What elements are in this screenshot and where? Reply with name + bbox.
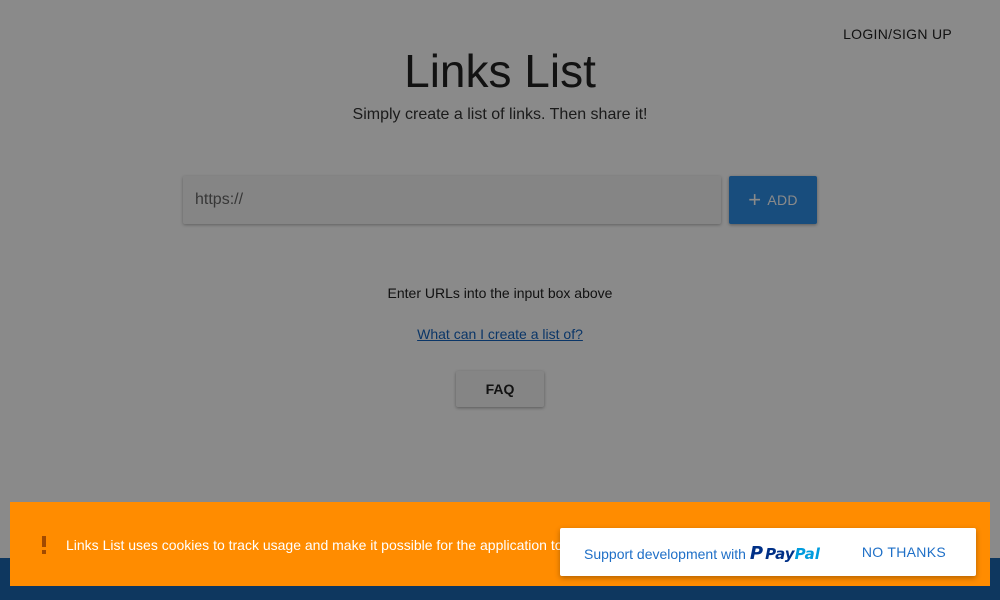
donation-card: Support development with P Pay Pal NO THA…	[560, 528, 976, 576]
support-text: Support development with	[584, 545, 746, 562]
paypal-logo: P Pay Pal	[750, 543, 820, 564]
exclamation-icon	[42, 536, 46, 554]
cookie-text: Links List uses cookies to track usage a…	[66, 537, 563, 553]
paypal-pay-text: Pay	[765, 544, 795, 563]
no-thanks-button[interactable]: NO THANKS	[862, 544, 946, 560]
paypal-pal-text: Pal	[794, 544, 820, 563]
support-paypal-link[interactable]: Support development with P Pay Pal	[584, 543, 820, 564]
paypal-p-icon: P	[749, 543, 764, 564]
